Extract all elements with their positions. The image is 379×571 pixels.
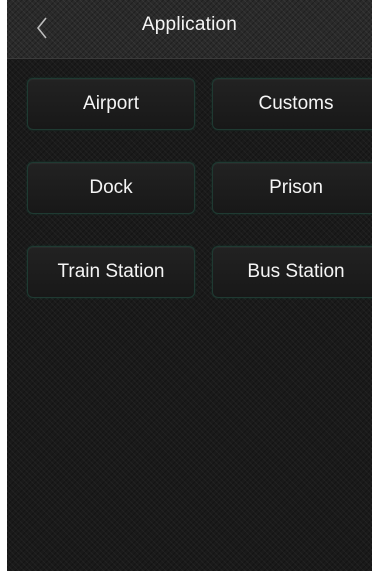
application-screen: Application Airport Customs Dock Prison … xyxy=(7,0,372,571)
airport-button[interactable]: Airport xyxy=(27,78,195,130)
dock-button[interactable]: Dock xyxy=(27,162,195,214)
page-title: Application xyxy=(141,14,238,35)
prison-button[interactable]: Prison xyxy=(212,162,372,214)
train-station-button[interactable]: Train Station xyxy=(27,246,195,298)
bus-station-button[interactable]: Bus Station xyxy=(212,246,372,298)
customs-button[interactable]: Customs xyxy=(212,78,372,130)
header-bar: Application xyxy=(7,0,372,59)
